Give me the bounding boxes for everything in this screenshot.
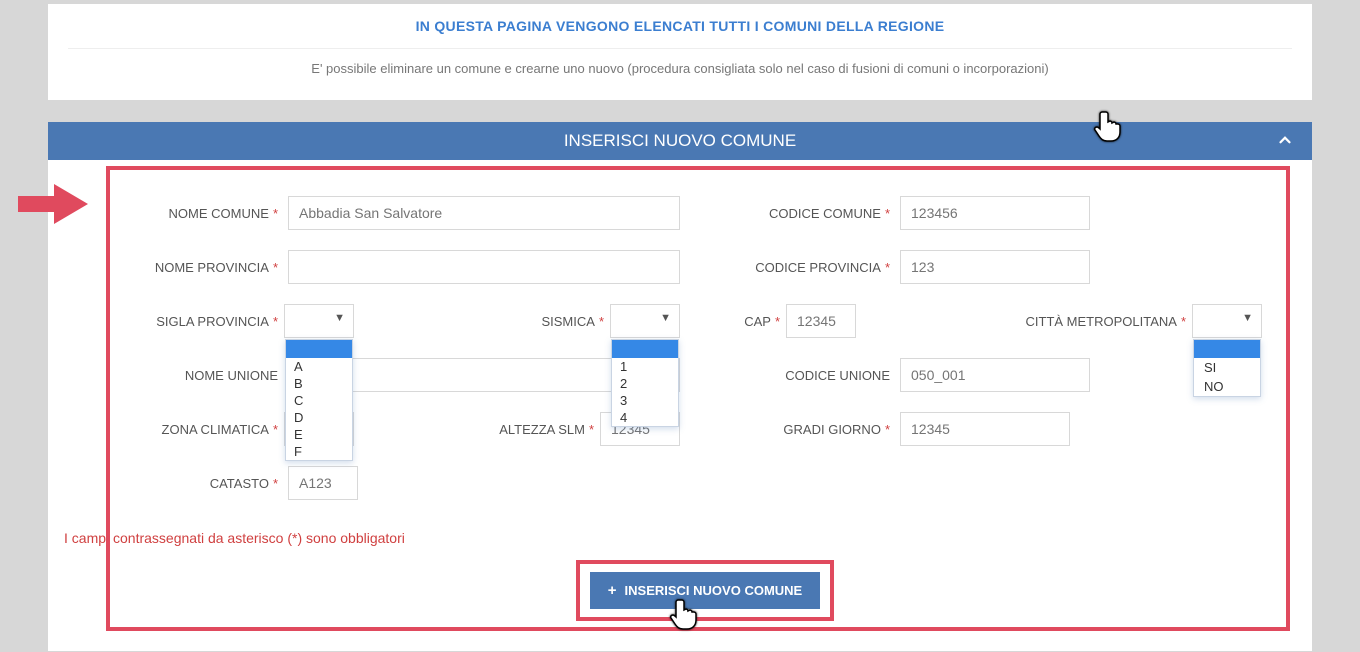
field-gradi-giorno: GRADI GIORNO*: [720, 412, 1262, 446]
field-zona-altezza: ZONA CLIMATICA* ▼ ALTEZZA SLM*: [138, 412, 680, 446]
dropdown-sigla[interactable]: A B C D E F: [285, 339, 353, 461]
dropdown-option[interactable]: F: [286, 443, 352, 460]
select-sismica[interactable]: ▼ 1 2 3 4: [610, 304, 680, 338]
field-nome-unione: NOME UNIONE: [138, 358, 680, 392]
field-codice-comune: CODICE COMUNE*: [720, 196, 1262, 230]
input-nome-comune[interactable]: [288, 196, 680, 230]
required-hint: I campi contrassegnati da asterisco (*) …: [64, 530, 1302, 546]
label-codice-provincia: CODICE PROVINCIA*: [720, 260, 890, 275]
label-catasto: CATASTO*: [138, 476, 278, 491]
input-cap[interactable]: [786, 304, 856, 338]
field-sigla-sismica: SIGLA PROVINCIA* ▼ A B C D E F: [138, 304, 680, 338]
input-codice-unione[interactable]: [900, 358, 1090, 392]
submit-label: INSERISCI NUOVO COMUNE: [625, 583, 803, 598]
input-catasto[interactable]: [288, 466, 358, 500]
accordion-header[interactable]: INSERISCI NUOVO COMUNE: [48, 122, 1312, 160]
field-nome-comune: NOME COMUNE*: [138, 196, 680, 230]
dropdown-option[interactable]: B: [286, 375, 352, 392]
dropdown-blank-option[interactable]: [1194, 340, 1260, 358]
dropdown-blank-option[interactable]: [286, 340, 352, 358]
dropdown-option[interactable]: SI: [1194, 358, 1260, 377]
dropdown-option[interactable]: C: [286, 392, 352, 409]
page-title: IN QUESTA PAGINA VENGONO ELENCATI TUTTI …: [68, 18, 1292, 34]
field-nome-provincia: NOME PROVINCIA*: [138, 250, 680, 284]
dropdown-metro[interactable]: SI NO: [1193, 339, 1261, 397]
dropdown-option[interactable]: A: [286, 358, 352, 375]
label-sigla-provincia: SIGLA PROVINCIA*: [138, 314, 278, 329]
cursor-hand-icon: [1092, 108, 1126, 151]
plus-icon: +: [608, 582, 617, 599]
label-gradi-giorno: GRADI GIORNO*: [720, 422, 890, 437]
field-cap-metro: CAP* CITTÀ METROPOLITANA* ▼ SI NO: [720, 304, 1262, 338]
field-catasto: CATASTO*: [138, 466, 680, 500]
dropdown-option[interactable]: D: [286, 409, 352, 426]
label-nome-provincia: NOME PROVINCIA*: [138, 260, 278, 275]
form-panel: NOME COMUNE* CODICE COMUNE* NOME PROVINC…: [48, 160, 1312, 651]
field-codice-unione: CODICE UNIONE: [720, 358, 1262, 392]
submit-button[interactable]: + INSERISCI NUOVO COMUNE: [590, 572, 820, 609]
dropdown-option[interactable]: 2: [612, 375, 678, 392]
dropdown-option[interactable]: NO: [1194, 377, 1260, 396]
label-citta-metro: CITTÀ METROPOLITANA*: [1026, 314, 1187, 329]
dropdown-option[interactable]: 4: [612, 409, 678, 426]
submit-highlight-frame: + INSERISCI NUOVO COMUNE: [576, 560, 834, 621]
label-cap: CAP*: [720, 314, 780, 329]
page-subtitle: E' possibile eliminare un comune e crear…: [68, 61, 1292, 76]
dropdown-option[interactable]: E: [286, 426, 352, 443]
field-codice-provincia: CODICE PROVINCIA*: [720, 250, 1262, 284]
label-codice-comune: CODICE COMUNE*: [720, 206, 890, 221]
accordion-title: INSERISCI NUOVO COMUNE: [564, 131, 796, 151]
arrow-right-icon: [18, 184, 88, 229]
dropdown-blank-option[interactable]: [612, 340, 678, 358]
select-citta-metro[interactable]: ▼ SI NO: [1192, 304, 1262, 338]
label-nome-comune: NOME COMUNE*: [138, 206, 278, 221]
divider: [68, 48, 1292, 49]
label-altezza-slm: ALTEZZA SLM*: [499, 422, 594, 437]
input-codice-provincia[interactable]: [900, 250, 1090, 284]
label-codice-unione: CODICE UNIONE: [720, 368, 890, 383]
dropdown-option[interactable]: 1: [612, 358, 678, 375]
select-sigla-provincia[interactable]: ▼ A B C D E F: [284, 304, 354, 338]
input-codice-comune[interactable]: [900, 196, 1090, 230]
label-sismica: SISMICA*: [541, 314, 604, 329]
input-nome-provincia[interactable]: [288, 250, 680, 284]
input-gradi-giorno[interactable]: [900, 412, 1070, 446]
dropdown-option[interactable]: 3: [612, 392, 678, 409]
label-zona-climatica: ZONA CLIMATICA*: [138, 422, 278, 437]
dropdown-sismica[interactable]: 1 2 3 4: [611, 339, 679, 427]
label-nome-unione: NOME UNIONE: [138, 368, 278, 383]
chevron-up-icon: [1276, 131, 1294, 154]
header-panel: IN QUESTA PAGINA VENGONO ELENCATI TUTTI …: [48, 4, 1312, 100]
